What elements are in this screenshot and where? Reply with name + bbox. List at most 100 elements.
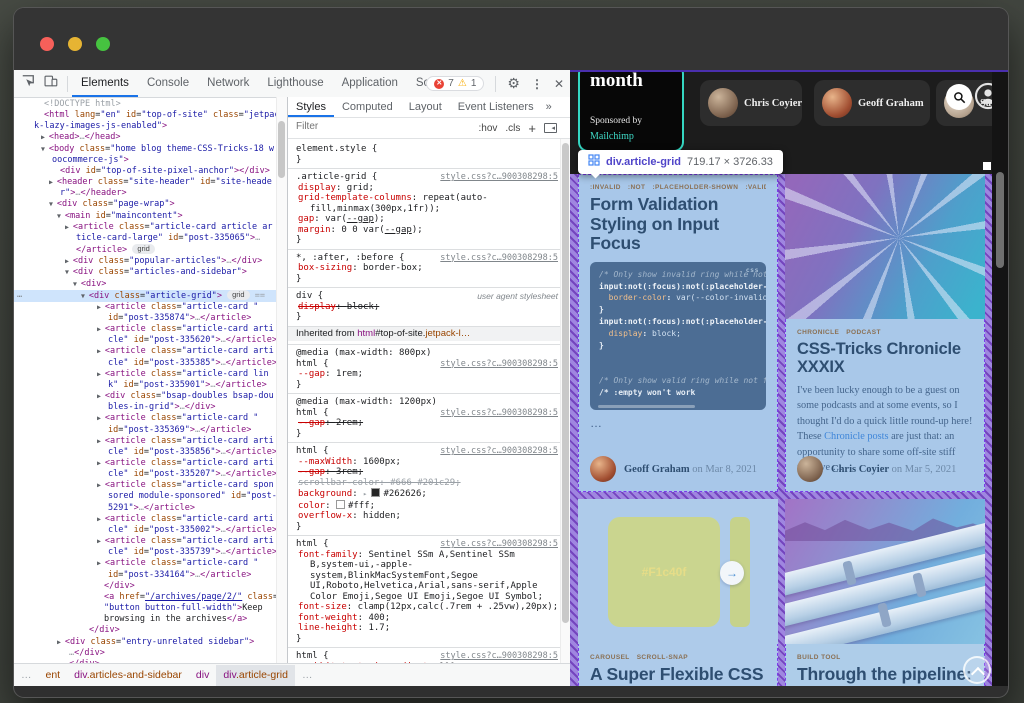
dom-tree-line[interactable]: ▶ <article class="article-card arti xyxy=(14,458,277,469)
carousel-arrow-icon[interactable]: → xyxy=(720,561,744,585)
breadcrumb-item[interactable]: div xyxy=(189,665,216,686)
card-author-row[interactable]: Chris Coyier on Mar 5, 2021 xyxy=(797,456,956,482)
dom-tree-line[interactable]: ▶ <article class="article-card arti xyxy=(14,536,277,547)
article-tag[interactable]: CHRONICLE xyxy=(797,329,839,336)
stylesheet-link[interactable]: style.css?c…900308298:5 xyxy=(440,446,561,457)
style-rule-line[interactable]: style.css?c…900308298:5*, :after, :befor… xyxy=(288,249,561,264)
stylesheet-link[interactable]: style.css?c…900308298:5 xyxy=(440,359,561,370)
dom-tree-line[interactable]: cle" id="post-335385">…</article> xyxy=(14,358,277,369)
dom-tree-line[interactable]: 5291">…</article> xyxy=(14,503,277,514)
sidebar-tab-layout[interactable]: Layout xyxy=(401,98,450,117)
more-tabs-icon[interactable]: » xyxy=(542,94,556,120)
dom-tree-line[interactable]: k-lazy-images-js-enabled"> xyxy=(14,121,277,132)
grid-badge[interactable]: grid xyxy=(227,290,250,300)
article-tag[interactable]: CAROUSEL xyxy=(590,654,630,661)
tab-elements[interactable]: Elements xyxy=(72,70,138,97)
dom-tree-line[interactable]: </div> xyxy=(14,581,277,592)
breadcrumb-item[interactable]: … xyxy=(14,665,39,686)
style-rule-line[interactable]: background: ▸ #262626; xyxy=(288,488,561,500)
style-rule-line[interactable]: B,system-ui,-apple- xyxy=(288,560,561,571)
window-titlebar[interactable] xyxy=(14,8,1008,70)
dom-tree-line[interactable]: oocommerce-js"> xyxy=(14,155,277,166)
style-rule-line[interactable]: Inherited from html#top-of-site.jetpack-… xyxy=(288,326,561,342)
page-scrollbar[interactable] xyxy=(992,72,1008,686)
sidebar-tab-event-listeners[interactable]: Event Listeners xyxy=(450,98,542,117)
style-rule-line[interactable]: fill,minmax(300px,1fr)); xyxy=(288,204,561,215)
breadcrumb-item[interactable]: div.articles-and-sidebar xyxy=(67,665,189,686)
style-rule-line[interactable]: user agent stylesheetdiv { xyxy=(288,287,561,302)
style-rule-line[interactable]: } xyxy=(288,380,561,391)
style-rule-line[interactable]: --gap: 2rem; xyxy=(288,418,561,429)
dom-tree-line[interactable]: ▶ <header class="site-header" id="site-h… xyxy=(14,177,277,188)
style-rule-line[interactable]: font-family: Sentinel SSm A,Sentinel SSm xyxy=(288,550,561,561)
style-rule-line[interactable]: margin: 0 0 var(--gap); xyxy=(288,225,561,236)
style-rule-line[interactable]: display: grid; xyxy=(288,183,561,194)
scrollbar-thumb[interactable] xyxy=(278,121,285,178)
minimize-window-button[interactable] xyxy=(68,37,82,51)
style-rule-line[interactable]: grid-template-columns: repeat(auto- xyxy=(288,193,561,204)
scrollbar-thumb[interactable] xyxy=(996,172,1004,268)
stylesheet-link[interactable]: style.css?c…900308298:5 xyxy=(440,651,561,662)
dom-tree-line[interactable]: ticle-card-large" id="post-335065">… xyxy=(14,233,277,244)
dom-tree-line[interactable]: ▶ <article class="article-card arti xyxy=(14,436,277,447)
card-author-row[interactable]: Geoff Graham on Mar 8, 2021 xyxy=(590,456,757,482)
dom-tree-line[interactable]: ▶ <article class="article-card article a… xyxy=(14,222,277,233)
tab-console[interactable]: Console xyxy=(138,70,198,97)
color-swatch[interactable] xyxy=(371,488,380,497)
style-rule-line[interactable]: element.style { xyxy=(288,141,561,155)
dom-tree-line[interactable]: "button button-full-width">Keep xyxy=(14,603,277,614)
card-title[interactable]: A Super Flexible CSS Carousel, Enhanced … xyxy=(590,665,766,686)
style-rule-line[interactable]: box-sizing: border-box; xyxy=(288,263,561,274)
article-tag[interactable]: :INVALID xyxy=(590,184,621,191)
new-style-rule-button[interactable]: + xyxy=(528,121,536,136)
grid-badge[interactable]: grid xyxy=(132,244,155,254)
sidebar-panel-toggle-icon[interactable]: ◂ xyxy=(544,123,557,133)
dom-tree-line[interactable]: ▶ <article class="article-card " xyxy=(14,413,277,424)
code-block[interactable]: css /* Only show invalid ring while not … xyxy=(590,262,766,410)
style-rule-line[interactable]: } xyxy=(288,522,561,533)
style-rule-line[interactable]: style.css?c…900308298:5.article-grid { xyxy=(288,168,561,183)
dom-tree-line[interactable]: cle" id="post-335207">…</article> xyxy=(14,469,277,480)
dom-tree-line[interactable]: …</div> xyxy=(14,648,277,659)
code-horizontal-scrollbar[interactable] xyxy=(598,405,695,408)
dom-tree-line[interactable]: <div id="top-of-site-pixel-anchor"></div… xyxy=(14,166,277,177)
excerpt-link[interactable]: Chronicle posts xyxy=(824,431,888,442)
dom-tree-line[interactable]: </div> xyxy=(14,625,277,636)
breadcrumb-item[interactable]: div.article-grid xyxy=(216,665,295,686)
dom-tree-line[interactable]: ▶ <article class="article-card lin xyxy=(14,369,277,380)
breadcrumb-item[interactable]: ent xyxy=(39,665,68,686)
settings-gear-icon[interactable]: ⚙ xyxy=(507,75,520,92)
article-tag[interactable]: BUILD TOOL xyxy=(797,654,841,661)
styles-filter-input[interactable] xyxy=(294,120,438,133)
dom-tree-line[interactable]: cle" id="post-335739">…</article> xyxy=(14,547,277,558)
style-rule-line[interactable]: font-weight: 400; xyxy=(288,613,561,624)
article-tag[interactable]: SCROLL-SNAP xyxy=(637,654,688,661)
dom-tree-line[interactable]: ▶ <article class="article-card spon xyxy=(14,480,277,491)
sponsor-card[interactable]: month Sponsored by Mailchimp xyxy=(578,70,684,152)
article-card-chronicle[interactable]: CHRONICLEPODCAST CSS-Tricks Chronicle XX… xyxy=(785,174,985,492)
author-chip-geoff[interactable]: Geoff Graham xyxy=(814,80,930,126)
stylesheet-link[interactable]: style.css?c…900308298:5 xyxy=(440,408,561,419)
dom-tree-line[interactable]: <html lang="en" id="top-of-site" class="… xyxy=(14,110,277,121)
tab-application[interactable]: Application xyxy=(333,70,407,97)
stylesheet-link[interactable]: style.css?c…900308298:5 xyxy=(440,253,561,264)
card-title[interactable]: CSS-Tricks Chronicle XXXIX xyxy=(797,340,973,377)
style-rule-line[interactable]: } xyxy=(288,634,561,645)
style-rule-line[interactable]: style.css?c…900308298:5html { xyxy=(288,442,561,457)
dom-tree-line[interactable]: id="post-335874">…</article> xyxy=(14,313,277,324)
style-rule-line[interactable]: --maxWidth: 1600px; xyxy=(288,457,561,468)
author-name[interactable]: Chris Coyier xyxy=(831,464,889,475)
toggle-class-button[interactable]: .cls xyxy=(505,123,520,134)
search-icon[interactable] xyxy=(946,84,972,110)
dom-tree-line[interactable]: ▶ <div class="popular-articles">…</div> xyxy=(14,256,277,267)
style-rule-line[interactable]: scrollbar-color: #666 #201c29; xyxy=(288,478,561,489)
dom-tree-scrollbar[interactable] xyxy=(276,97,287,664)
style-rule-line[interactable]: style.css?c…900308298:5html { xyxy=(288,359,561,370)
sponsor-link[interactable]: Mailchimp xyxy=(590,131,634,142)
devtools-menu-icon[interactable]: ⋮ xyxy=(531,77,543,91)
dom-tree-line[interactable]: …▼ <div class="article-grid"> grid == xyxy=(14,290,277,302)
dom-tree-line[interactable]: bles-in-grid">…</div> xyxy=(14,402,277,413)
tab-lighthouse[interactable]: Lighthouse xyxy=(258,70,332,97)
dom-tree-line[interactable]: </article> grid xyxy=(14,244,277,256)
dom-tree-line[interactable]: ▶ <div class="entry-unrelated sidebar"> xyxy=(14,637,277,648)
